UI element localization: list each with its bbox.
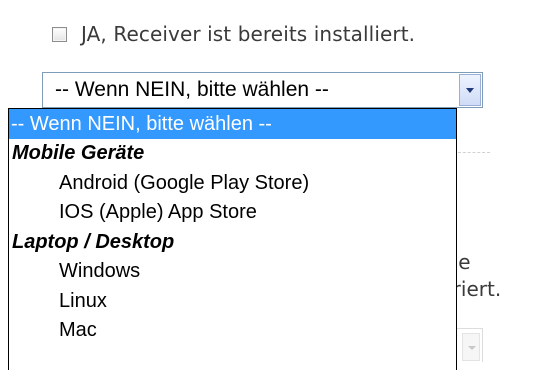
install-platform-select[interactable]: -- Wenn NEIN, bitte wählen -- — [42, 72, 483, 108]
select-dropdown-list[interactable]: -- Wenn NEIN, bitte wählen -- Mobile Ger… — [8, 108, 457, 370]
receiver-installed-checkbox[interactable] — [52, 26, 67, 42]
chevron-down-icon[interactable] — [459, 74, 481, 106]
option-placeholder[interactable]: -- Wenn NEIN, bitte wählen -- — [9, 109, 456, 139]
receiver-installed-row: JA, Receiver ist bereits installiert. — [52, 22, 415, 46]
chevron-down-icon — [462, 333, 480, 361]
option-android[interactable]: Android (Google Play Store) — [9, 169, 456, 199]
option-mac[interactable]: Mac — [9, 316, 456, 346]
receiver-installed-label[interactable]: JA, Receiver ist bereits installiert. — [81, 22, 415, 46]
option-windows[interactable]: Windows — [9, 257, 456, 287]
select-current-value: -- Wenn NEIN, bitte wählen -- — [55, 78, 329, 101]
optgroup-mobile-devices: Mobile Geräte — [12, 142, 145, 164]
dashed-separator — [458, 152, 490, 153]
option-ios[interactable]: IOS (Apple) App Store — [9, 198, 456, 228]
optgroup-laptop-desktop: Laptop / Desktop — [12, 230, 175, 253]
option-linux[interactable]: Linux — [9, 287, 456, 317]
